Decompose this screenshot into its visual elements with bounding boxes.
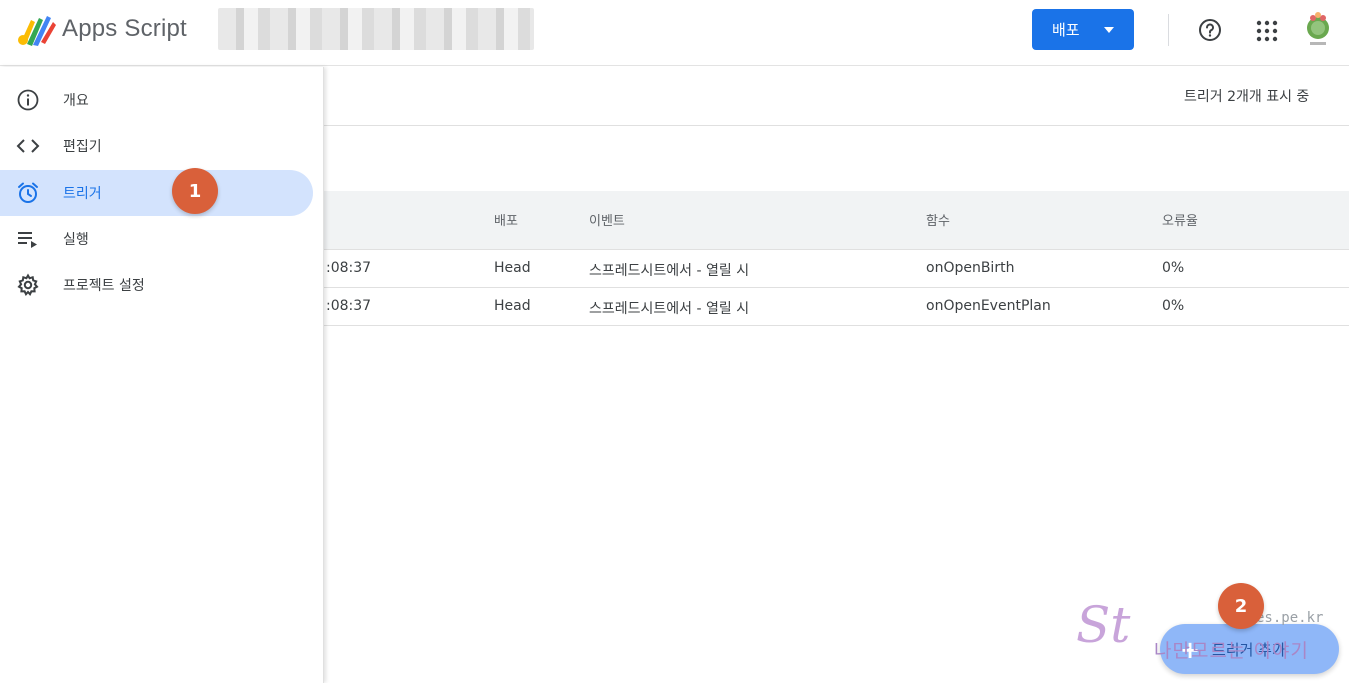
- cell-event: 스프레드시트에서 - 열릴 시: [589, 301, 750, 317]
- nav-item-label: 편집기: [63, 139, 102, 155]
- project-name-blurred[interactable]: [218, 8, 534, 50]
- cell-deploy: Head: [494, 298, 531, 314]
- executions-icon: [18, 232, 37, 248]
- trigger-count-text: 트리거 2개개 표시 중: [1184, 89, 1310, 105]
- cell-event: 스프레드시트에서 - 열릴 시: [589, 263, 750, 279]
- cell-deploy: Head: [494, 260, 531, 276]
- add-trigger-button[interactable]: + 트리거 추가: [1160, 624, 1339, 674]
- deploy-button[interactable]: 배포: [1032, 9, 1134, 50]
- info-icon: [17, 89, 39, 111]
- table-row[interactable]: [324, 288, 1349, 326]
- cell-last-run: :08:37: [326, 298, 372, 314]
- plus-icon: +: [1180, 636, 1201, 664]
- cell-error-rate: 0%: [1162, 260, 1185, 276]
- alarm-clock-icon: [18, 182, 38, 203]
- left-navigation: 개요 편집기 트리거 실행 프로젝트 설정 1: [0, 67, 324, 683]
- nav-item-project-settings[interactable]: 프로젝트 설정: [0, 262, 313, 308]
- column-header-error-rate[interactable]: 오류율: [1162, 210, 1198, 229]
- apps-script-logo-icon[interactable]: [17, 12, 57, 48]
- deploy-button-label: 배포: [1052, 21, 1080, 39]
- column-header-deploy[interactable]: 배포: [494, 210, 518, 229]
- gear-icon: [17, 273, 39, 296]
- top-app-bar: Apps Script 배포: [0, 0, 1349, 66]
- table-row[interactable]: [324, 250, 1349, 288]
- nav-item-label: 프로젝트 설정: [63, 278, 145, 294]
- header-divider: [1168, 14, 1169, 46]
- cell-function: onOpenEventPlan: [926, 298, 1051, 314]
- nav-item-editor[interactable]: 편집기: [0, 123, 313, 169]
- nav-item-triggers[interactable]: 트리거: [0, 170, 313, 216]
- cell-last-run: :08:37: [326, 260, 372, 276]
- apps-grid-icon[interactable]: [1256, 20, 1278, 42]
- watermark-logo: St: [1076, 596, 1131, 654]
- add-trigger-label: 트리거 추가: [1212, 641, 1286, 659]
- app-title: Apps Script: [62, 15, 187, 42]
- code-icon: [16, 139, 40, 153]
- cell-error-rate: 0%: [1162, 298, 1185, 314]
- nav-item-executions[interactable]: 실행: [0, 216, 313, 262]
- nav-item-overview[interactable]: 개요: [0, 77, 313, 123]
- help-circle-icon[interactable]: [1198, 18, 1222, 42]
- divider: [324, 125, 1349, 126]
- column-header-function[interactable]: 함수: [926, 210, 950, 229]
- nav-item-label: 실행: [63, 232, 89, 248]
- cell-function: onOpenBirth: [926, 260, 1015, 276]
- user-avatar-icon[interactable]: [1303, 10, 1333, 50]
- chevron-down-icon: [1104, 27, 1114, 33]
- nav-item-label: 개요: [63, 93, 89, 109]
- divider: [324, 325, 1349, 326]
- column-header-event[interactable]: 이벤트: [589, 210, 625, 229]
- annotation-badge-2: 2: [1218, 583, 1264, 629]
- nav-item-label: 트리거: [63, 186, 102, 202]
- annotation-badge-1: 1: [172, 168, 218, 214]
